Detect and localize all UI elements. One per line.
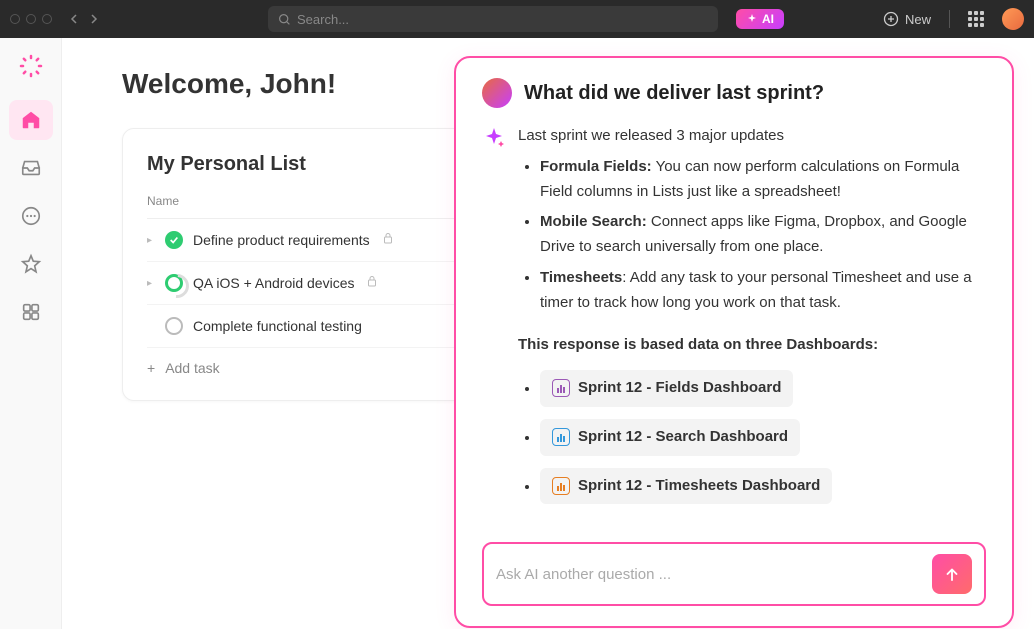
nav-back-button[interactable]: [68, 13, 80, 25]
header-right: New: [883, 8, 1024, 30]
plus-circle-icon: [883, 11, 899, 27]
ai-label: AI: [762, 12, 774, 26]
task-name: Complete functional testing: [193, 318, 362, 334]
dashboard-item: Sprint 12 - Search Dashboard: [540, 419, 986, 456]
dashboard-label: Sprint 12 - Search Dashboard: [578, 425, 788, 450]
user-avatar[interactable]: [1002, 8, 1024, 30]
dashboard-list: Sprint 12 - Fields Dashboard Sprint 12 - …: [518, 370, 986, 504]
grid-icon: [20, 301, 42, 323]
inbox-icon: [20, 157, 42, 179]
ai-question-row: What did we deliver last sprint?: [482, 78, 986, 108]
nav-arrows: [68, 13, 100, 25]
app-logo-icon: [15, 50, 47, 82]
new-button[interactable]: New: [883, 11, 931, 27]
dashboard-icon: [552, 477, 570, 495]
sidebar-favorites[interactable]: [9, 244, 53, 284]
close-window-button[interactable]: [10, 14, 20, 24]
dashboard-icon: [552, 379, 570, 397]
divider: [949, 10, 950, 28]
titlebar: Search... AI New: [0, 0, 1034, 38]
status-done-icon[interactable]: [165, 231, 183, 249]
ai-intro: Last sprint we released 3 major updates: [518, 124, 986, 149]
dots-circle-icon: [20, 205, 42, 227]
user-avatar-small: [482, 78, 512, 108]
sidebar-more[interactable]: [9, 196, 53, 236]
sidebar-home[interactable]: [9, 100, 53, 140]
arrow-up-icon: [943, 565, 961, 583]
dashboard-chip[interactable]: Sprint 12 - Timesheets Dashboard: [540, 468, 832, 505]
main: Welcome, John! My Personal List Name ▸De…: [0, 38, 1034, 629]
status-open-icon[interactable]: [165, 317, 183, 335]
dashboard-item: Sprint 12 - Timesheets Dashboard: [540, 468, 986, 505]
ai-sparkle-icon: [746, 13, 758, 25]
content: Welcome, John! My Personal List Name ▸De…: [62, 38, 1034, 629]
plus-icon: +: [147, 360, 155, 376]
update-title: Formula Fields:: [540, 158, 652, 175]
sidebar-inbox[interactable]: [9, 148, 53, 188]
search-icon: [278, 13, 291, 26]
dashboard-chip[interactable]: Sprint 12 - Fields Dashboard: [540, 370, 793, 407]
window-controls: [10, 14, 52, 24]
ai-button[interactable]: AI: [736, 9, 784, 29]
nav-forward-button[interactable]: [88, 13, 100, 25]
search-placeholder: Search...: [297, 12, 349, 27]
search-input[interactable]: Search...: [268, 6, 718, 32]
ai-panel: What did we deliver last sprint? Last sp…: [454, 56, 1014, 628]
ai-sources: This response is based data on three Das…: [518, 333, 986, 504]
dashboard-item: Sprint 12 - Fields Dashboard: [540, 370, 986, 407]
ai-body: Last sprint we released 3 major updates …: [518, 124, 986, 530]
apps-menu-button[interactable]: [968, 11, 984, 27]
dashboard-chip[interactable]: Sprint 12 - Search Dashboard: [540, 419, 800, 456]
task-name: Define product requirements: [193, 232, 370, 248]
maximize-window-button[interactable]: [42, 14, 52, 24]
ai-question: What did we deliver last sprint?: [524, 82, 824, 105]
ai-send-button[interactable]: [932, 554, 972, 594]
new-label: New: [905, 12, 931, 27]
dashboard-label: Sprint 12 - Timesheets Dashboard: [578, 474, 820, 499]
update-item: Timesheets: Add any task to your persona…: [540, 266, 986, 316]
dashboard-label: Sprint 12 - Fields Dashboard: [578, 376, 781, 401]
ai-response: Last sprint we released 3 major updates …: [482, 124, 986, 530]
status-progress-icon[interactable]: [165, 274, 183, 292]
dashboard-icon: [552, 428, 570, 446]
task-name: QA iOS + Android devices: [193, 275, 354, 291]
sidebar: [0, 38, 62, 629]
update-item: Mobile Search: Connect apps like Figma, …: [540, 210, 986, 260]
expand-icon[interactable]: ▸: [147, 235, 155, 246]
sidebar-dashboards[interactable]: [9, 292, 53, 332]
lock-icon: [366, 274, 378, 292]
expand-icon[interactable]: ▸: [147, 278, 155, 289]
add-task-label: Add task: [165, 360, 219, 376]
sources-heading: This response is based data on three Das…: [518, 333, 986, 358]
sparkle-icon: [482, 126, 506, 150]
home-icon: [20, 109, 42, 131]
minimize-window-button[interactable]: [26, 14, 36, 24]
update-list: Formula Fields: You can now perform calc…: [518, 155, 986, 316]
update-title: Mobile Search:: [540, 213, 647, 230]
update-title: Timesheets: [540, 269, 622, 286]
ai-input-row: [482, 542, 986, 606]
lock-icon: [382, 231, 394, 249]
ai-input[interactable]: [496, 566, 922, 583]
star-icon: [20, 253, 42, 275]
update-item: Formula Fields: You can now perform calc…: [540, 155, 986, 205]
